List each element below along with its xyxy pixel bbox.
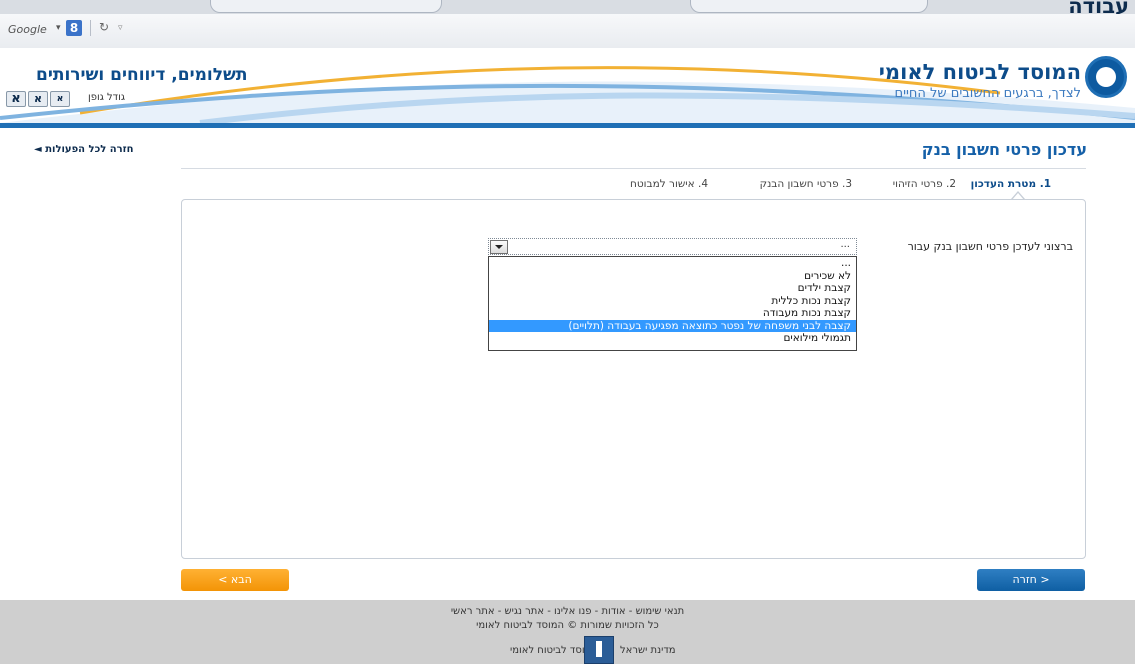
footer-links[interactable]: תנאי שימוש - אודות - פנו אלינו - אתר נגי… — [0, 606, 1135, 617]
step-confirmation: 4. אישור למבוטח — [630, 178, 708, 190]
arrow-left-icon: ◄ — [34, 144, 42, 155]
font-size-medium-button[interactable]: א — [28, 91, 48, 107]
page-title: עדכון פרטי חשבון בנק — [921, 140, 1087, 159]
site-header: המוסד לביטוח לאומי לצדך, ברגעים החשובים … — [0, 48, 1135, 128]
option-item[interactable]: לא שכירים — [489, 270, 856, 283]
state-emblem-icon — [584, 636, 614, 664]
browser-tab[interactable] — [210, 0, 442, 13]
logo-icon[interactable] — [1085, 56, 1127, 98]
section-title: תשלומים, דיווחים ושירותים — [36, 65, 248, 85]
divider — [181, 168, 1086, 169]
update-for-label: ברצוני לעדכן פרטי חשבון בנק עבור — [907, 240, 1073, 253]
chevron-down-icon[interactable] — [490, 240, 508, 254]
site-title[interactable]: המוסד לביטוח לאומי — [879, 60, 1081, 84]
toolbar-divider — [90, 20, 91, 36]
back-to-all-actions-link[interactable]: חזרה לכל הפעולות ◄ — [34, 144, 134, 155]
option-item[interactable]: תגמולי מילואים — [489, 332, 856, 345]
footer-state-name: מדינת ישראל — [620, 645, 676, 656]
benefit-type-select[interactable]: ... — [488, 238, 857, 255]
google-toolbar: Google ▾ 8 ↻ ▿ — [0, 14, 1135, 49]
font-size-small-button[interactable]: א — [50, 91, 70, 107]
option-item[interactable]: קצבת נכות מעבודה — [489, 307, 856, 320]
option-item-selected[interactable]: קצבה לבני משפחה של נפטר כתוצאה מפגיעה בע… — [489, 319, 856, 332]
benefit-type-select-value: ... — [840, 239, 850, 250]
google-toolbar-label[interactable]: Google — [8, 23, 47, 36]
back-button[interactable]: < חזרה — [977, 569, 1085, 591]
benefit-type-options[interactable]: ... לא שכירים קצבת ילדים קצבת נכות כללית… — [488, 256, 857, 351]
step-identification: 2. פרטי הזיהוי — [892, 178, 956, 190]
back-all-label: חזרה לכל הפעולות — [45, 144, 134, 155]
font-size-large-button[interactable]: א — [6, 91, 26, 107]
chevron-down-icon[interactable]: ▿ — [118, 23, 123, 33]
step-bank-details: 3. פרטי חשבון הבנק — [759, 178, 852, 190]
option-item[interactable]: קצבת ילדים — [489, 282, 856, 295]
footer-copyright: כל הזכויות שמורות © המוסד לביטוח לאומי — [476, 620, 659, 631]
font-size-label: גודל גופן — [88, 92, 125, 103]
chevron-down-icon[interactable]: ▾ — [56, 23, 61, 33]
option-item[interactable]: ... — [489, 257, 856, 270]
step-purpose: 1. מטרת העדכון — [970, 178, 1051, 190]
browser-tab-strip — [0, 0, 1135, 14]
share-icon[interactable]: ↻ — [99, 20, 109, 34]
google-plus-icon[interactable]: 8 — [66, 20, 82, 36]
next-button[interactable]: הבא > — [181, 569, 289, 591]
browser-tab[interactable] — [690, 0, 928, 13]
site-slogan: לצדך, ברגעים החשובים של החיים — [894, 86, 1081, 101]
option-item[interactable]: קצבת נכות כללית — [489, 295, 856, 308]
